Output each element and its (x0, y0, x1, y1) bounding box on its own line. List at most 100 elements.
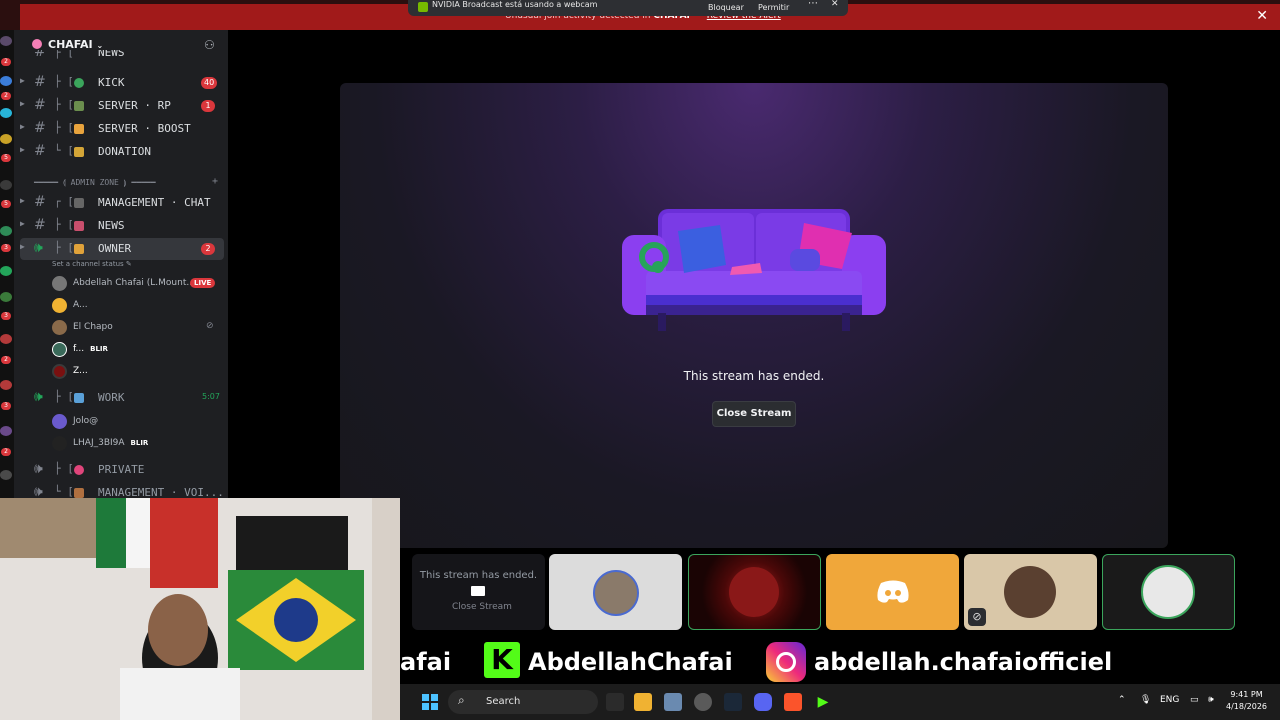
kick-logo-icon: K (484, 642, 520, 678)
server-icon[interactable] (0, 108, 12, 118)
language-indicator[interactable]: ENG (1160, 695, 1179, 705)
avatar (729, 567, 779, 617)
participant-tile[interactable] (826, 554, 959, 630)
channel-kick[interactable]: ▶ # ├ [ KICK 40 (20, 72, 224, 94)
channel-status-text: Set a channel status (52, 260, 124, 268)
tree-line: ├ [ (54, 75, 74, 88)
webcam-feed (0, 498, 400, 720)
task-view-icon[interactable] (606, 693, 624, 711)
webcam-notification: NVIDIA Broadcast está usando a webcam Bl… (408, 0, 848, 16)
camera-icon[interactable] (664, 693, 682, 711)
unread-badge: 2 (1, 448, 11, 456)
server-icon[interactable] (0, 334, 12, 344)
screen: Unusual join activity detected in CHAFAI… (0, 0, 1280, 720)
category-admin-zone[interactable]: ━━━━━ ⟬ ADMIN ZONE ⟭ ━━━━━ + (34, 176, 224, 188)
server-icon (32, 39, 42, 49)
search-label: Search (486, 696, 521, 707)
speaker-icon: 🕪 (34, 389, 43, 405)
participant-tile[interactable] (1102, 554, 1235, 630)
unread-count: 1 (201, 100, 215, 112)
voice-user[interactable]: f... BLIR (52, 339, 226, 359)
kick-handle: AbdellahChafai (528, 648, 733, 676)
tile-close-stream-button[interactable]: Close Stream (452, 602, 512, 612)
management-emoji-icon (74, 198, 84, 208)
caret-icon: ▶ (20, 122, 25, 131)
channel-management-chat[interactable]: ▶ # ┌ [ MANAGEMENT · CHAT (20, 192, 224, 214)
close-icon[interactable]: ✕ (831, 0, 839, 9)
server-icon[interactable] (0, 36, 12, 46)
discord-icon[interactable] (754, 693, 772, 711)
add-channel-icon[interactable]: + (212, 176, 218, 187)
file-explorer-icon[interactable] (634, 693, 652, 711)
avatar (52, 414, 67, 429)
search-icon: ⌕ (458, 693, 465, 707)
channel-admin-news[interactable]: ▶ # ├ [ NEWS (20, 215, 224, 237)
participant-tile[interactable] (549, 554, 682, 630)
news-emoji-icon (74, 221, 84, 231)
blir-tag: BLIR (130, 439, 149, 447)
gift-icon (74, 147, 84, 157)
avatar (52, 364, 67, 379)
channel-donation[interactable]: ▶ # └ [ DONATION (20, 141, 224, 163)
channel-server-boost[interactable]: ▶ # ├ [ SERVER · BOOST (20, 118, 224, 140)
hash-icon: # (34, 120, 46, 136)
clock-date: 4/18/2026 (1226, 702, 1268, 711)
laptop-icon (74, 393, 84, 403)
participant-tile[interactable]: ⊘ (964, 554, 1097, 630)
tree-line: ├ [ (54, 390, 74, 403)
close-stream-button[interactable]: Close Stream (712, 401, 796, 427)
server-icon[interactable] (0, 426, 12, 436)
participant-tile[interactable] (688, 554, 821, 630)
kick-emoji-icon (74, 78, 84, 88)
server-icon[interactable] (0, 134, 12, 144)
volume-icon[interactable]: 🕪 (1208, 695, 1214, 705)
user-name: El Chapo (73, 322, 113, 332)
steam-icon[interactable] (724, 693, 742, 711)
server-icon[interactable] (0, 292, 12, 302)
stream-ended-text: This stream has ended. (683, 369, 825, 383)
network-icon[interactable]: ▭ (1190, 695, 1199, 705)
caret-icon: ▶ (20, 99, 25, 108)
caret-icon: ▶ (20, 76, 25, 85)
channel-name: OWNER (98, 242, 132, 255)
brave-icon[interactable] (784, 693, 802, 711)
channel-news[interactable]: # ├ [ NEWS (20, 50, 224, 66)
voice-user[interactable]: Z... (52, 361, 226, 381)
app-icon[interactable] (694, 693, 712, 711)
voice-user[interactable]: A... (52, 295, 226, 315)
voice-user[interactable]: El Chapo ⊘ (52, 317, 226, 337)
voice-channel-work[interactable]: 🕪 ├ [ WORK 5:07 (20, 387, 224, 409)
channel-status[interactable]: Set a channel status ✎ (52, 260, 132, 268)
clock[interactable]: 9:41 PM 4/18/2026 (1226, 689, 1267, 713)
server-icon[interactable] (0, 266, 12, 276)
channel-name: MANAGEMENT · CHAT (98, 196, 211, 209)
stream-tile[interactable]: This stream has ended. Close Stream (412, 554, 545, 630)
alert-close-icon[interactable]: ✕ (1256, 8, 1268, 24)
windows-start-icon[interactable] (422, 694, 438, 710)
server-icon[interactable] (0, 226, 12, 236)
hash-icon: # (34, 194, 46, 210)
speaker-icon: 🕪 (34, 240, 43, 256)
microphone-icon[interactable]: 🎙 (1140, 695, 1151, 705)
voice-user[interactable]: Jolo@ (52, 411, 226, 431)
voice-user[interactable]: LHAJ_3BI9A BLIR (52, 433, 226, 453)
server-rail: 2 2 5 5 3 3 2 3 2 (0, 30, 14, 500)
server-icon[interactable] (0, 180, 12, 190)
server-icon[interactable] (0, 76, 12, 86)
taskbar-search[interactable]: ⌕ Search (448, 690, 598, 714)
voice-user[interactable]: Abdellah Chafai (L.Mount... LIVE (52, 273, 226, 293)
channel-server-rp[interactable]: ▶ # ├ [ SERVER · RP 1 (20, 95, 224, 117)
chevron-up-icon[interactable]: ⌃ (1118, 695, 1126, 705)
avatar (52, 342, 67, 357)
unread-count: 40 (201, 77, 218, 89)
block-button[interactable]: Bloquear (708, 3, 744, 12)
kick-studio-icon[interactable]: ▶ (814, 693, 832, 711)
server-icon[interactable] (0, 380, 12, 390)
private-emoji-icon (74, 465, 84, 475)
more-icon[interactable]: ⋯ (808, 0, 818, 9)
voice-channel-private[interactable]: 🕪 ├ [ PRIVATE (20, 459, 224, 481)
allow-button[interactable]: Permitir (758, 3, 789, 12)
voice-channel-owner[interactable]: ▶ 🕪 ├ [ OWNER 2 (20, 238, 224, 260)
server-icon[interactable] (0, 470, 12, 480)
speaker-icon: 🕪 (34, 461, 43, 477)
